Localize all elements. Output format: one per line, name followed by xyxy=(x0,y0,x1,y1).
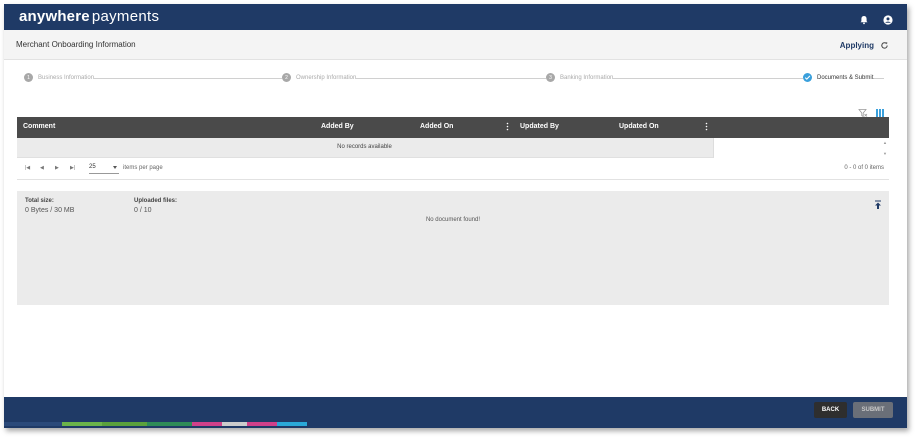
refresh-icon[interactable] xyxy=(880,41,889,50)
items-per-page-label: items per page xyxy=(123,165,163,171)
column-header-updated-on[interactable]: Updated On xyxy=(619,123,659,130)
last-page-icon[interactable]: ▶| xyxy=(70,165,76,171)
scroll-up-icon[interactable]: ▲ xyxy=(883,140,887,145)
application-status: Applying xyxy=(840,41,889,50)
step-ownership-information[interactable]: 2 Ownership Information xyxy=(282,73,357,82)
scroll-down-icon[interactable]: ▼ xyxy=(883,151,887,156)
column-menu-icon[interactable] xyxy=(705,122,708,131)
top-icons xyxy=(859,12,893,25)
column-header-comment[interactable]: Comment xyxy=(23,123,55,130)
no-document-message: No document found! xyxy=(425,217,481,223)
progress-stepper: 1 Business Information 2 Ownership Infor… xyxy=(24,73,884,85)
uploaded-files-label: Uploaded files: xyxy=(134,198,178,204)
step-business-information[interactable]: 1 Business Information xyxy=(24,73,95,82)
brand-logo-light: payments xyxy=(91,8,160,25)
columns-icon[interactable] xyxy=(875,105,885,117)
total-size-label: Total size: xyxy=(25,198,54,204)
first-page-icon[interactable]: |◀ xyxy=(25,165,31,171)
step-number: 1 xyxy=(24,73,33,82)
step-number: 2 xyxy=(282,73,291,82)
page-header: Merchant Onboarding Information Applying xyxy=(4,30,907,60)
grid-body: No records available ▲ ▼ xyxy=(17,138,889,158)
next-page-icon[interactable]: ▶ xyxy=(55,165,61,171)
step-label: Business Information xyxy=(38,74,95,81)
grid-header: Comment Added By Added On Updated By Upd… xyxy=(17,117,889,138)
previous-page-icon[interactable]: ◀ xyxy=(40,165,46,171)
pager-navigation: |◀ ◀ ▶ ▶| xyxy=(25,165,76,171)
comments-grid: Comment Added By Added On Updated By Upd… xyxy=(17,117,889,180)
grid-toolbar xyxy=(858,105,885,118)
chevron-down-icon xyxy=(113,166,117,169)
step-number: 3 xyxy=(546,73,555,82)
back-button[interactable]: BACK xyxy=(814,402,847,418)
taskbar-strip xyxy=(4,422,307,426)
uploaded-files-value: 0 / 10 xyxy=(134,207,152,214)
status-label: Applying xyxy=(839,41,874,50)
step-label: Ownership Information xyxy=(296,74,357,81)
step-label: Documents & Submit xyxy=(817,74,874,81)
page-size-select[interactable]: 25 xyxy=(89,162,119,174)
page-title: Merchant Onboarding Information xyxy=(16,40,136,49)
stepper-line xyxy=(34,78,884,79)
user-circle-icon[interactable] xyxy=(883,12,893,25)
page-size-value: 25 xyxy=(89,164,96,170)
column-header-updated-by[interactable]: Updated By xyxy=(520,123,559,130)
brand-logo-bold: anywhere xyxy=(19,8,90,25)
grid-empty-message: No records available xyxy=(337,144,392,150)
submit-button[interactable]: SUBMIT xyxy=(853,402,893,418)
column-menu-icon[interactable] xyxy=(506,122,509,131)
bell-icon[interactable] xyxy=(859,12,869,25)
step-documents-submit[interactable]: Documents & Submit xyxy=(803,73,874,82)
step-banking-information[interactable]: 3 Banking Information xyxy=(546,73,614,82)
grid-scrollbar[interactable]: ▲ ▼ xyxy=(713,138,889,158)
brand-logo: anywhere payments xyxy=(19,8,159,25)
step-label: Banking Information xyxy=(560,74,614,81)
total-size-value: 0 Bytes / 30 MB xyxy=(25,207,75,214)
column-header-added-by[interactable]: Added By xyxy=(321,123,354,130)
pager-info: 0 - 0 of 0 items xyxy=(844,165,884,171)
grid-pager: |◀ ◀ ▶ ▶| 25 items per page 0 - 0 of 0 i… xyxy=(17,158,889,180)
top-navigation-bar: anywhere payments xyxy=(4,4,907,30)
document-upload-panel[interactable]: Total size: 0 Bytes / 30 MB Uploaded fil… xyxy=(17,191,889,305)
app-window: anywhere payments Merchant Onboarding Inf… xyxy=(4,4,907,428)
upload-icon[interactable] xyxy=(874,200,882,210)
filter-clear-icon[interactable] xyxy=(858,105,868,118)
column-header-added-on[interactable]: Added On xyxy=(420,123,453,130)
check-icon xyxy=(803,73,812,82)
